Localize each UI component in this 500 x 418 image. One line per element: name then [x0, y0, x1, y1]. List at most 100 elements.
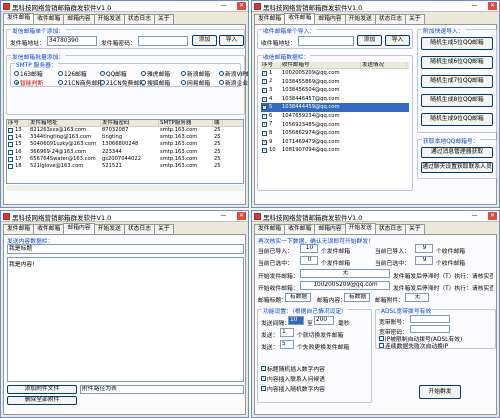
- tab-content[interactable]: 邮箱内容: [314, 14, 346, 24]
- tab-about[interactable]: 关于: [405, 224, 425, 234]
- option-checkbox[interactable]: ✓ 内容插入联系人问候语: [261, 374, 325, 383]
- tab-log[interactable]: 状态日志: [374, 224, 407, 234]
- column-header[interactable]: 发件箱地址: [29, 120, 101, 126]
- tab-recipient[interactable]: 收件邮箱: [33, 14, 65, 24]
- column-header[interactable]: 序号: [261, 62, 281, 68]
- delete-attachments-button[interactable]: 删除全部附件: [7, 396, 77, 405]
- close-button[interactable]: ✕: [488, 212, 497, 220]
- sendcount-input[interactable]: 1: [280, 328, 294, 337]
- column-header[interactable]: 收件邮箱号: [281, 62, 361, 68]
- recv-addr-input[interactable]: [298, 36, 354, 46]
- smtp-radio[interactable]: 新浪邮箱: [181, 69, 210, 78]
- tab-sender[interactable]: 发件邮箱: [254, 224, 286, 234]
- horizontal-scrollbar[interactable]: [6, 185, 244, 191]
- smtp-radio[interactable]: 新浪企业邮箱: [219, 78, 248, 87]
- start-send-button[interactable]: 开始群发: [419, 385, 461, 399]
- table-row[interactable]: ✓ 2 1038455869@qq.com: [261, 78, 409, 87]
- get-from-chat-settings-button[interactable]: 通过聊天设置获取联系人员: [421, 162, 493, 173]
- table-row[interactable]: ✓ 1 1002005209@qq.com: [261, 69, 409, 78]
- add-button[interactable]: 添加: [357, 35, 382, 46]
- row-checkbox[interactable]: [8, 164, 13, 170]
- interval-from-input[interactable]: 10: [288, 316, 304, 325]
- tab-sender[interactable]: 发件邮箱: [254, 14, 286, 24]
- minimize-button[interactable]: —: [470, 2, 479, 10]
- minimize-button[interactable]: —: [219, 212, 228, 220]
- failcount-input[interactable]: 5: [280, 340, 294, 349]
- table-row[interactable]: 15 50406091uzky@163.com 13066800248 smtp.16…: [7, 141, 243, 148]
- smtp-radio[interactable]: 雅虎邮箱: [141, 69, 170, 78]
- minimize-button[interactable]: —: [470, 212, 479, 220]
- column-header[interactable]: 发送情况: [361, 62, 407, 68]
- tab-content[interactable]: 邮箱内容: [314, 224, 346, 234]
- tab-log[interactable]: 状态日志: [123, 224, 156, 234]
- tab-sender[interactable]: 发件邮箱: [3, 13, 35, 24]
- tab-send[interactable]: 开始发送: [344, 14, 376, 24]
- add-attachment-button[interactable]: 添加附件文件: [7, 385, 77, 394]
- generate-qq-button[interactable]: 随机生成9位QQ邮箱: [421, 113, 493, 126]
- table-row[interactable]: ✓ 10 1081907094@qq.com: [261, 146, 409, 155]
- import-button[interactable]: 导入: [219, 35, 244, 46]
- row-checkbox[interactable]: ✓: [262, 79, 267, 85]
- row-checkbox[interactable]: ✓: [262, 96, 267, 102]
- generate-qq-button[interactable]: 随机生成8位QQ邮箱: [421, 94, 493, 107]
- close-button[interactable]: ✕: [237, 2, 246, 10]
- option-checkbox[interactable]: ✓ 标题随机插入数字内容: [261, 364, 325, 373]
- tab-send[interactable]: 开始发送: [93, 224, 125, 234]
- row-checkbox[interactable]: [8, 156, 13, 162]
- minimize-button[interactable]: —: [219, 2, 228, 10]
- generate-qq-button[interactable]: 随机生成5位QQ邮箱: [421, 37, 493, 50]
- table-row[interactable]: 18 521lglove@163.com 521521 smtp.163.com 25: [7, 163, 243, 170]
- smtp-radio[interactable]: 126邮箱: [58, 69, 87, 78]
- interval-to-input[interactable]: 200: [314, 316, 334, 325]
- row-checkbox[interactable]: ✓: [262, 122, 267, 128]
- option-checkbox[interactable]: ✓ 内容插入随机数字内容: [261, 384, 325, 393]
- smtp-radio[interactable]: 搜狐邮箱: [141, 78, 170, 87]
- table-row[interactable]: 14 3344tingting@163.com tingting smtp.163.c…: [7, 134, 243, 141]
- close-button[interactable]: ✕: [488, 2, 497, 10]
- table-row[interactable]: ✓ 6 1047659234@qq.com: [261, 112, 409, 121]
- smtp-radio[interactable]: QQ邮箱: [100, 69, 127, 78]
- tab-recipient[interactable]: 收件邮箱: [33, 224, 65, 234]
- tab-log[interactable]: 状态日志: [374, 14, 407, 24]
- tab-send[interactable]: 开始发送: [93, 14, 125, 24]
- row-checkbox[interactable]: ✓: [262, 139, 267, 145]
- row-checkbox[interactable]: [8, 128, 13, 134]
- adsl-user-input[interactable]: [410, 315, 450, 323]
- subject-input[interactable]: 我是标题: [7, 244, 244, 254]
- row-checkbox[interactable]: ✓: [262, 113, 267, 119]
- column-header[interactable]: 序号: [7, 120, 29, 126]
- tab-recipient[interactable]: 收件邮箱: [284, 13, 316, 24]
- generate-qq-button[interactable]: 随机生成7位QQ邮箱: [421, 75, 493, 88]
- column-header[interactable]: 发件箱密码: [101, 120, 159, 126]
- row-checkbox[interactable]: [8, 142, 13, 148]
- tab-sender[interactable]: 发件邮箱: [3, 224, 35, 234]
- row-checkbox[interactable]: ✓: [262, 87, 267, 93]
- table-row[interactable]: ✓ 5 1038444459@qq.com: [261, 103, 409, 112]
- adsl-change-ip-checkbox[interactable]: 连续数据失败次自动换IP: [379, 341, 448, 350]
- import-button[interactable]: 导入: [385, 35, 410, 46]
- row-checkbox[interactable]: ✓: [262, 130, 267, 136]
- smtp-radio[interactable]: 新浪VIP邮箱: [219, 69, 248, 78]
- tab-content[interactable]: 邮箱内容: [63, 14, 95, 24]
- tab-content[interactable]: 邮箱内容: [63, 223, 95, 234]
- adsl-pwd-input[interactable]: [410, 325, 450, 333]
- table-row[interactable]: ✓ 3 1038456504@qq.com: [261, 86, 409, 95]
- smtp-radio[interactable]: 智能判断: [14, 78, 43, 87]
- smtp-radio[interactable]: 21CN商务邮箱: [58, 78, 103, 87]
- table-row[interactable]: ✓ 7 1056923485@qq.com: [261, 121, 409, 130]
- sender-pwd-input[interactable]: [138, 36, 188, 46]
- table-row[interactable]: 17 656764Swater@163.com gs2007044022 smtp.1…: [7, 156, 243, 163]
- smtp-radio[interactable]: 21CN免费邮箱: [100, 78, 145, 87]
- column-header[interactable]: SMTP服务器: [159, 120, 213, 126]
- body-textarea[interactable]: 我是内容!: [7, 257, 244, 382]
- tab-about[interactable]: 关于: [405, 14, 425, 24]
- table-row[interactable]: 13 821263sxs@163.com 87032087 smtp.163.com 2…: [7, 127, 243, 134]
- recipient-table[interactable]: 序号 收件邮箱号 发送情况 ✓ 1 1002005209@qq.com ✓ 2 1038455…: [261, 62, 409, 188]
- column-header[interactable]: 端: [213, 120, 223, 126]
- row-checkbox[interactable]: ✓: [262, 105, 267, 111]
- table-row[interactable]: ✓ 4 1038446457@qq.com: [261, 95, 409, 104]
- row-checkbox[interactable]: [8, 135, 13, 141]
- row-checkbox[interactable]: [8, 149, 13, 155]
- tab-recipient[interactable]: 收件邮箱: [284, 224, 316, 234]
- smtp-radio[interactable]: 网易邮箱: [181, 78, 210, 87]
